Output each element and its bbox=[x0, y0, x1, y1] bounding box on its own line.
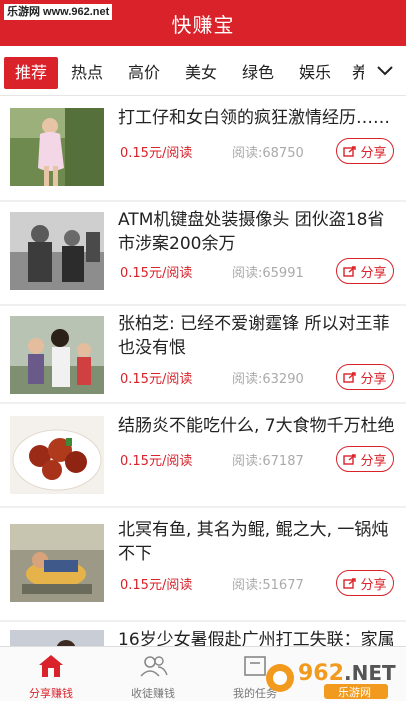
watermark-bottom: 962 .NET 乐游网 bbox=[264, 656, 404, 700]
article-title[interactable]: 张柏芝: 已经不爱谢霆锋 所以对王菲也没有恨 bbox=[118, 312, 398, 360]
nav-label: 收徒赚钱 bbox=[131, 687, 175, 700]
article-price: 0.15元/阅读 bbox=[120, 372, 193, 387]
nav-label: 分享赚钱 bbox=[29, 687, 73, 700]
article-thumbnail bbox=[10, 630, 104, 646]
home-icon bbox=[39, 655, 63, 677]
article-thumbnail bbox=[10, 108, 104, 186]
article-thumbnail bbox=[10, 416, 104, 494]
watermark-top: 乐游网 www.962.net bbox=[4, 4, 113, 20]
article-price: 0.15元/阅读 bbox=[120, 146, 193, 161]
watermark-suffix: .NET bbox=[344, 661, 396, 685]
article-thumbnail bbox=[10, 524, 104, 602]
nav-recruit-earn[interactable]: 收徒赚钱 bbox=[102, 647, 204, 701]
article-reads: 阅读:67187 bbox=[232, 454, 304, 469]
share-icon bbox=[343, 372, 357, 383]
more-tabs-button[interactable] bbox=[364, 46, 406, 95]
article-item[interactable]: 结肠炎不能吃什么, 7大食物千万杜绝 0.15元/阅读 阅读:67187 分享 bbox=[0, 404, 406, 506]
tab-beauty[interactable]: 美女 bbox=[178, 57, 224, 89]
share-label: 分享 bbox=[360, 371, 387, 387]
share-button[interactable]: 分享 bbox=[336, 446, 394, 472]
article-list: 打工仔和女白领的疯狂激情经历…… 0.15元/阅读 阅读:68750 分享 AT… bbox=[0, 96, 406, 646]
article-item[interactable]: 16岁少女暑假赴广州打工失联：家属 bbox=[0, 622, 406, 646]
share-icon bbox=[343, 146, 357, 157]
article-reads: 阅读:65991 bbox=[232, 266, 304, 281]
nav-share-earn[interactable]: 分享赚钱 bbox=[0, 647, 102, 701]
tab-hot[interactable]: 热点 bbox=[64, 57, 110, 89]
article-item[interactable]: 北冥有鱼, 其名为鲲, 鲲之大, 一锅炖不下 0.15元/阅读 阅读:51677… bbox=[0, 508, 406, 620]
article-reads: 阅读:63290 bbox=[232, 372, 304, 387]
share-button[interactable]: 分享 bbox=[336, 364, 394, 390]
share-icon bbox=[343, 578, 357, 589]
share-button[interactable]: 分享 bbox=[336, 570, 394, 596]
article-price: 0.15元/阅读 bbox=[120, 454, 193, 469]
share-label: 分享 bbox=[360, 577, 387, 593]
article-thumbnail bbox=[10, 316, 104, 394]
article-reads: 阅读:51677 bbox=[232, 578, 304, 593]
share-icon bbox=[343, 266, 357, 277]
chevron-down-icon bbox=[377, 66, 393, 76]
category-tabs: 推荐 热点 高价 美女 绿色 娱乐 养 bbox=[0, 46, 406, 96]
article-price: 0.15元/阅读 bbox=[120, 266, 193, 281]
article-item[interactable]: ATM机键盘处装摄像头 团伙盗18省市涉案200余万 0.15元/阅读 阅读:6… bbox=[0, 202, 406, 304]
tab-high-price[interactable]: 高价 bbox=[121, 57, 167, 89]
article-title[interactable]: 打工仔和女白领的疯狂激情经历…… bbox=[118, 106, 398, 130]
article-reads: 阅读:68750 bbox=[232, 146, 304, 161]
share-button[interactable]: 分享 bbox=[336, 138, 394, 164]
article-title[interactable]: ATM机键盘处装摄像头 团伙盗18省市涉案200余万 bbox=[118, 208, 398, 256]
share-label: 分享 bbox=[360, 453, 387, 469]
article-title[interactable]: 结肠炎不能吃什么, 7大食物千万杜绝 bbox=[118, 414, 398, 438]
share-label: 分享 bbox=[360, 145, 387, 161]
tab-green[interactable]: 绿色 bbox=[235, 57, 281, 89]
share-icon bbox=[343, 454, 357, 465]
article-title[interactable]: 北冥有鱼, 其名为鲲, 鲲之大, 一锅炖不下 bbox=[118, 518, 398, 566]
article-item[interactable]: 打工仔和女白领的疯狂激情经历…… 0.15元/阅读 阅读:68750 分享 bbox=[0, 96, 406, 200]
share-label: 分享 bbox=[360, 265, 387, 281]
article-thumbnail bbox=[10, 212, 104, 290]
tab-entertainment[interactable]: 娱乐 bbox=[292, 57, 338, 89]
article-title[interactable]: 16岁少女暑假赴广州打工失联：家属 bbox=[118, 628, 398, 646]
article-price: 0.15元/阅读 bbox=[120, 578, 193, 593]
tab-recommend[interactable]: 推荐 bbox=[4, 57, 58, 89]
share-button[interactable]: 分享 bbox=[336, 258, 394, 284]
watermark-text: 乐游网 bbox=[338, 686, 371, 699]
people-icon bbox=[140, 656, 168, 677]
article-item[interactable]: 张柏芝: 已经不爱谢霆锋 所以对王菲也没有恨 0.15元/阅读 阅读:63290… bbox=[0, 306, 406, 402]
watermark-number: 962 bbox=[298, 661, 344, 686]
